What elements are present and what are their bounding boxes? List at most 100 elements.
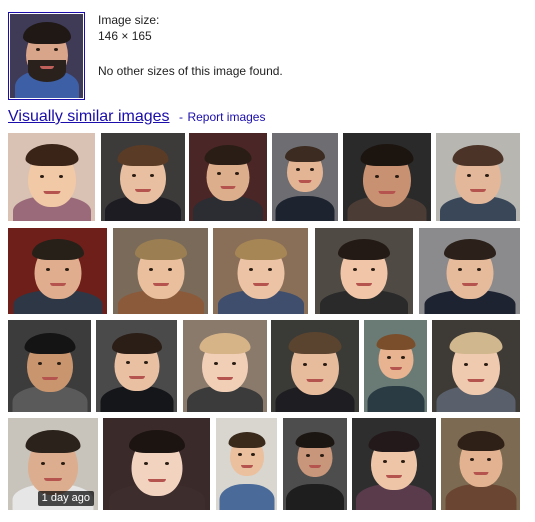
similar-image-result[interactable] [8,133,95,221]
person-mouth [135,189,151,192]
person-eye [59,175,63,178]
visually-similar-images-link[interactable]: Visually similar images [8,108,170,125]
person-hair [376,334,415,350]
person-eye [144,361,148,364]
person-eye [144,462,148,465]
person-mouth [309,465,321,468]
similar-image-result[interactable] [213,228,308,314]
result-thumbnail-image [103,418,210,510]
person-eye [375,175,379,178]
similar-image-result[interactable] [113,228,208,314]
result-thumbnail-image [213,228,308,314]
image-size-label: Image size: [98,13,160,27]
person-eye [249,268,253,271]
person-eye [235,172,239,175]
similar-image-result[interactable] [432,320,520,412]
similar-image-result[interactable] [441,418,520,510]
result-thumbnail-image [101,133,185,221]
person-eye [484,363,488,366]
result-thumbnail-image [272,133,338,221]
person-eye [126,361,130,364]
person-mouth [378,191,396,194]
person-eye [251,453,255,456]
result-thumbnail-image [8,133,95,221]
query-image [10,14,83,98]
similar-image-result[interactable] [352,418,436,510]
person-mouth [389,367,402,370]
person-eye [165,462,169,465]
time-badge: 1 day ago [37,491,94,506]
person-eye [306,454,310,457]
person-eye [40,175,44,178]
person-eye [470,458,474,461]
person-eye [383,460,387,463]
person-eye [41,462,45,465]
person-hair [457,431,504,451]
person-shoulders [275,196,335,221]
result-thumbnail-image [441,418,520,510]
person-eye [38,362,42,365]
person-eye [268,268,272,271]
person-eye [217,172,221,175]
person-mouth [152,283,169,286]
person-hair [285,146,325,162]
person-shoulders [367,386,424,412]
result-thumbnail-image [189,133,267,221]
similar-image-result[interactable] [364,320,427,412]
result-thumbnail-image [419,228,520,314]
person-eye [487,458,491,461]
person-eye [61,462,65,465]
similar-image-result[interactable] [436,133,520,221]
similar-image-result[interactable] [183,320,267,412]
similar-image-result[interactable] [271,320,359,412]
report-images-link[interactable]: Report images [187,110,265,124]
person-eye [464,363,468,366]
query-image-thumbnail[interactable] [8,12,85,100]
person-shoulders [286,484,344,510]
person-eye [353,268,357,271]
person-eye [310,168,314,171]
person-shoulders [219,484,274,510]
result-thumbnail-image [364,320,427,412]
person-eye [467,174,471,177]
person-mouth [128,376,145,379]
person-eye [57,362,61,365]
similar-images-header: Visually similar images - Report images [8,108,265,126]
result-thumbnail-image [216,418,277,510]
person-mouth [467,379,485,382]
person-mouth [217,377,233,380]
person-mouth [147,479,166,482]
result-thumbnail-image [343,133,431,221]
similar-image-result[interactable] [96,320,177,412]
image-info: Image size: 146 × 165 No other sizes of … [98,13,283,78]
similar-image-result[interactable]: 1 day ago [8,418,98,510]
person-eye [401,356,405,359]
similar-image-result[interactable] [272,133,338,221]
similar-image-result[interactable] [8,228,107,314]
result-thumbnail-image [113,228,208,314]
person-eye [371,268,375,271]
similar-image-result[interactable] [343,133,431,221]
person-eye [296,168,300,171]
person-mouth [461,283,478,286]
similar-image-result[interactable] [216,418,277,510]
person-eye [214,362,218,365]
person-eye [238,453,242,456]
result-thumbnail-image [432,320,520,412]
person-mouth [306,379,324,382]
similar-image-result[interactable] [189,133,267,221]
result-thumbnail-image [271,320,359,412]
person-mouth [252,283,269,286]
similar-image-result[interactable] [283,418,347,510]
similar-image-result[interactable] [419,228,520,314]
similar-image-result[interactable] [101,133,185,221]
similar-image-result[interactable] [103,418,210,510]
similar-image-result[interactable] [8,320,91,412]
result-thumbnail-image [96,320,177,412]
person-eye [477,268,481,271]
person-eye [320,454,324,457]
person-hair [295,432,335,448]
similar-image-result[interactable] [315,228,413,314]
person-eye [458,268,462,271]
result-thumbnail-image [436,133,520,221]
